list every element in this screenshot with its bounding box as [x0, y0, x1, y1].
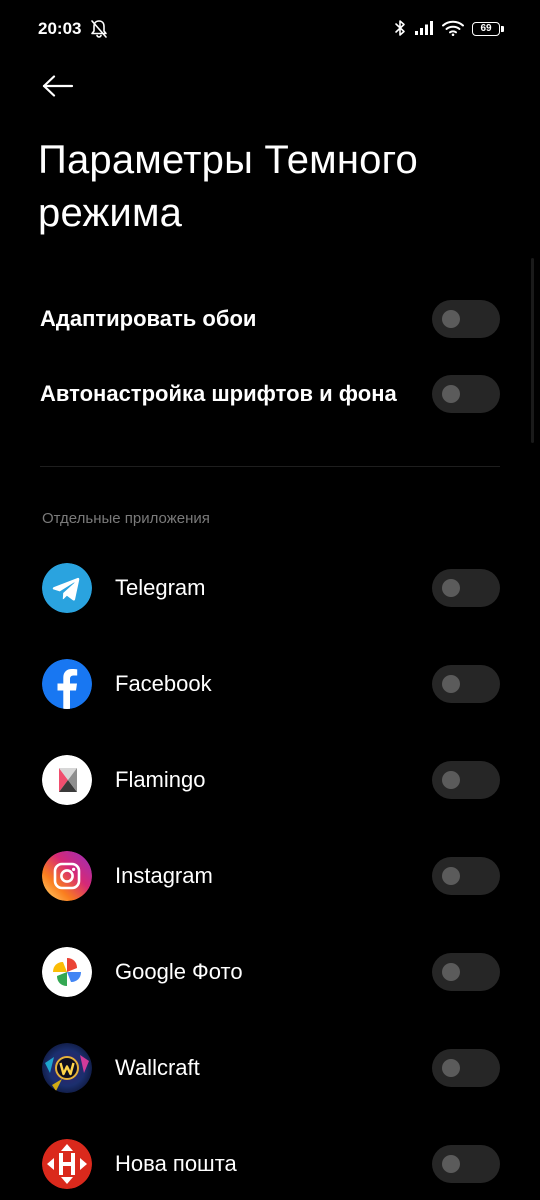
bell-off-icon [90, 19, 108, 39]
battery-level: 69 [480, 23, 492, 34]
nova-poshta-icon [42, 1139, 92, 1189]
arrow-left-icon [42, 75, 74, 97]
app-name: Нова пошта [115, 1151, 237, 1176]
app-name: Flamingo [115, 767, 206, 792]
telegram-icon [42, 563, 92, 613]
google-photos-switch[interactable] [432, 953, 500, 991]
auto-fonts-background-switch[interactable] [432, 375, 500, 413]
back-button[interactable] [30, 64, 86, 108]
app-row-facebook[interactable]: Facebook [40, 649, 500, 719]
instagram-icon [42, 851, 92, 901]
facebook-switch[interactable] [432, 665, 500, 703]
adapt-wallpaper-switch[interactable] [432, 300, 500, 338]
nova-poshta-switch[interactable] [432, 1145, 500, 1183]
flamingo-icon [42, 755, 92, 805]
status-icons: 69 [394, 18, 504, 42]
app-name: Instagram [115, 863, 213, 888]
wallcraft-switch[interactable] [432, 1049, 500, 1087]
app-row-google-photos[interactable]: Google Фото [40, 937, 500, 1007]
dark-mode-settings-screen: 20:03 69 Параметры Темного режима Адапти… [0, 0, 540, 1200]
telegram-switch[interactable] [432, 569, 500, 607]
bluetooth-icon [394, 19, 406, 42]
setting-auto-fonts-background[interactable]: Автонастройка шрифтов и фона [40, 364, 500, 424]
app-row-nova-poshta[interactable]: Нова пошта [40, 1129, 500, 1199]
status-time: 20:03 [38, 19, 82, 38]
page-title: Параметры Темного режима [38, 138, 418, 235]
app-row-wallcraft[interactable]: Wallcraft [40, 1033, 500, 1103]
instagram-switch[interactable] [432, 857, 500, 895]
app-row-instagram[interactable]: Instagram [40, 841, 500, 911]
app-name: Wallcraft [115, 1055, 200, 1080]
app-name: Google Фото [115, 959, 243, 984]
google-photos-icon [42, 947, 92, 997]
battery-icon: 69 [472, 22, 504, 38]
wallcraft-icon [42, 1043, 92, 1093]
section-header: Отдельные приложения [42, 510, 210, 527]
scrollbar[interactable] [531, 258, 534, 443]
app-row-flamingo[interactable]: Flamingo [40, 745, 500, 815]
app-name: Facebook [115, 671, 212, 696]
app-name: Telegram [115, 575, 206, 600]
setting-adapt-wallpaper[interactable]: Адаптировать обои [40, 289, 500, 349]
setting-label: Адаптировать обои [40, 306, 257, 331]
facebook-icon [42, 659, 92, 709]
signal-icon [414, 20, 434, 41]
section-divider [40, 466, 500, 467]
flamingo-switch[interactable] [432, 761, 500, 799]
app-row-telegram[interactable]: Telegram [40, 553, 500, 623]
wifi-icon [442, 20, 464, 41]
status-bar: 20:03 69 [0, 0, 540, 60]
setting-label: Автонастройка шрифтов и фона [40, 381, 397, 406]
